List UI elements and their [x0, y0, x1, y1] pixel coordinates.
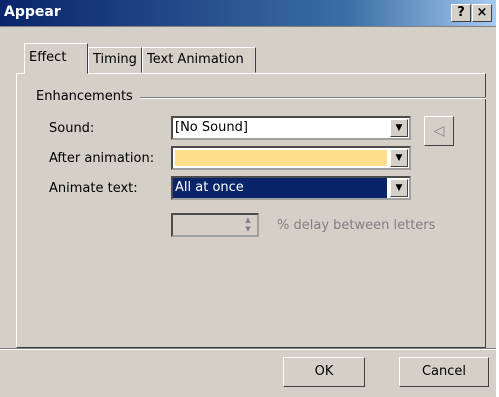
after-animation-color-swatch [175, 150, 387, 166]
animate-text-label: Animate text: [49, 181, 138, 196]
tab-effect[interactable]: Effect [24, 43, 88, 74]
sound-select[interactable]: [No Sound] ▼ [171, 116, 411, 140]
appear-dialog: Appear ? × Effect Timing Text Animation … [0, 0, 496, 397]
ok-label: OK [314, 364, 334, 379]
animate-text-select[interactable]: All at once ▼ [171, 176, 411, 200]
title-bar: Appear ? × [0, 0, 496, 27]
spin-up-icon[interactable]: ▲ [240, 216, 256, 225]
tab-timing-label: Timing [93, 52, 137, 67]
tab-effect-label: Effect [29, 50, 67, 65]
effect-panel [16, 73, 486, 348]
delay-spinner[interactable]: ▲ ▼ [171, 213, 259, 237]
tab-timing[interactable]: Timing [88, 47, 142, 73]
after-animation-label: After animation: [49, 151, 155, 166]
play-sound-button[interactable]: ◁ [424, 116, 454, 146]
speaker-icon: ◁ [433, 123, 445, 139]
window-title: Appear [4, 4, 61, 20]
delay-label: % delay between letters [277, 218, 436, 233]
ok-button[interactable]: OK [283, 357, 365, 387]
animate-text-value: All at once [175, 180, 244, 195]
sound-value: [No Sound] [175, 120, 248, 135]
enhancements-group-label: Enhancements [36, 89, 133, 104]
cancel-button[interactable]: Cancel [399, 357, 489, 387]
sound-label: Sound: [49, 121, 95, 136]
tab-text-animation-label: Text Animation [147, 52, 244, 67]
after-animation-select[interactable]: ▼ [171, 146, 411, 170]
close-button[interactable]: × [472, 4, 492, 22]
spin-down-icon[interactable]: ▼ [240, 225, 256, 234]
chevron-down-icon[interactable]: ▼ [390, 149, 408, 167]
close-icon: × [476, 5, 488, 20]
chevron-down-icon[interactable]: ▼ [390, 119, 408, 137]
footer-divider [0, 348, 496, 350]
tab-text-animation[interactable]: Text Animation [142, 47, 256, 73]
cancel-label: Cancel [421, 364, 467, 379]
help-icon: ? [457, 5, 465, 20]
help-button[interactable]: ? [451, 4, 471, 22]
chevron-down-icon[interactable]: ▼ [390, 179, 408, 197]
enhancements-divider [140, 97, 486, 99]
